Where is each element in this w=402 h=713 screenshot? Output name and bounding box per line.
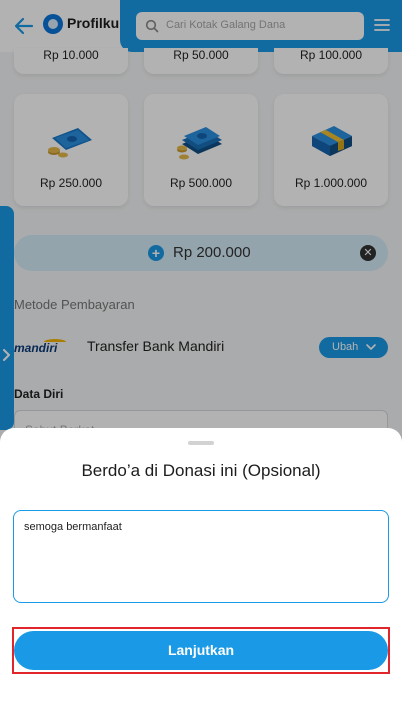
prayer-textarea[interactable]: semoga bermanfaat <box>13 510 389 603</box>
prayer-bottom-sheet: Berdo’a di Donasi ini (Opsional) semoga … <box>0 428 402 713</box>
continue-button[interactable]: Lanjutkan <box>14 631 388 670</box>
sheet-title: Berdo’a di Donasi ini (Opsional) <box>81 461 321 480</box>
sheet-drag-handle[interactable] <box>188 441 214 445</box>
prayer-text-value: semoga bermanfaat <box>24 521 122 533</box>
